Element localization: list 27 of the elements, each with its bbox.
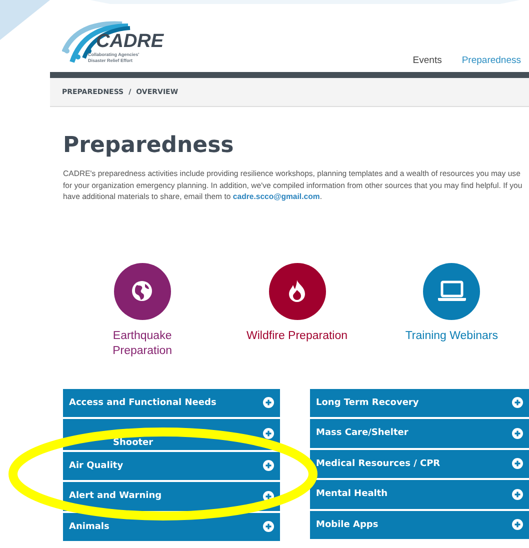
nav-link[interactable]: Preparedness (462, 55, 521, 66)
accordion-item[interactable]: Mass Care/Shelter (310, 419, 529, 448)
accordion-item[interactable]: Access and Functional Needs (63, 388, 280, 417)
feature-link[interactable]: Earthquake Preparation (86, 328, 198, 358)
flame-icon (287, 279, 307, 303)
accordion-item[interactable]: Long Term Recovery (310, 388, 529, 417)
accordion-item[interactable]: Mobile Apps (310, 510, 529, 539)
accordion-item[interactable]: Mental Health (310, 480, 529, 508)
plus-icon (263, 490, 274, 502)
plus-icon (512, 428, 523, 439)
plus-icon (263, 460, 274, 472)
accordion-item[interactable]: Air Quality (63, 452, 280, 480)
nav-link[interactable]: Events (412, 55, 442, 66)
globe-icon (131, 280, 154, 302)
laptop-icon (436, 280, 467, 302)
plus-icon (512, 458, 523, 470)
plus-icon (263, 397, 274, 408)
feature-link[interactable]: Wildfire Preparation (246, 328, 348, 344)
plus-icon (512, 519, 523, 530)
page-title: Preparedness (63, 133, 235, 158)
plus-icon (263, 428, 274, 439)
plus-icon (263, 521, 274, 532)
logo-wordmark: CADRE (96, 32, 164, 52)
feature-link[interactable]: Training Webinars (405, 328, 498, 344)
plus-icon (512, 488, 523, 500)
accordion-item[interactable]: Medical Resources / CPR (310, 450, 529, 478)
plus-icon (512, 397, 523, 408)
